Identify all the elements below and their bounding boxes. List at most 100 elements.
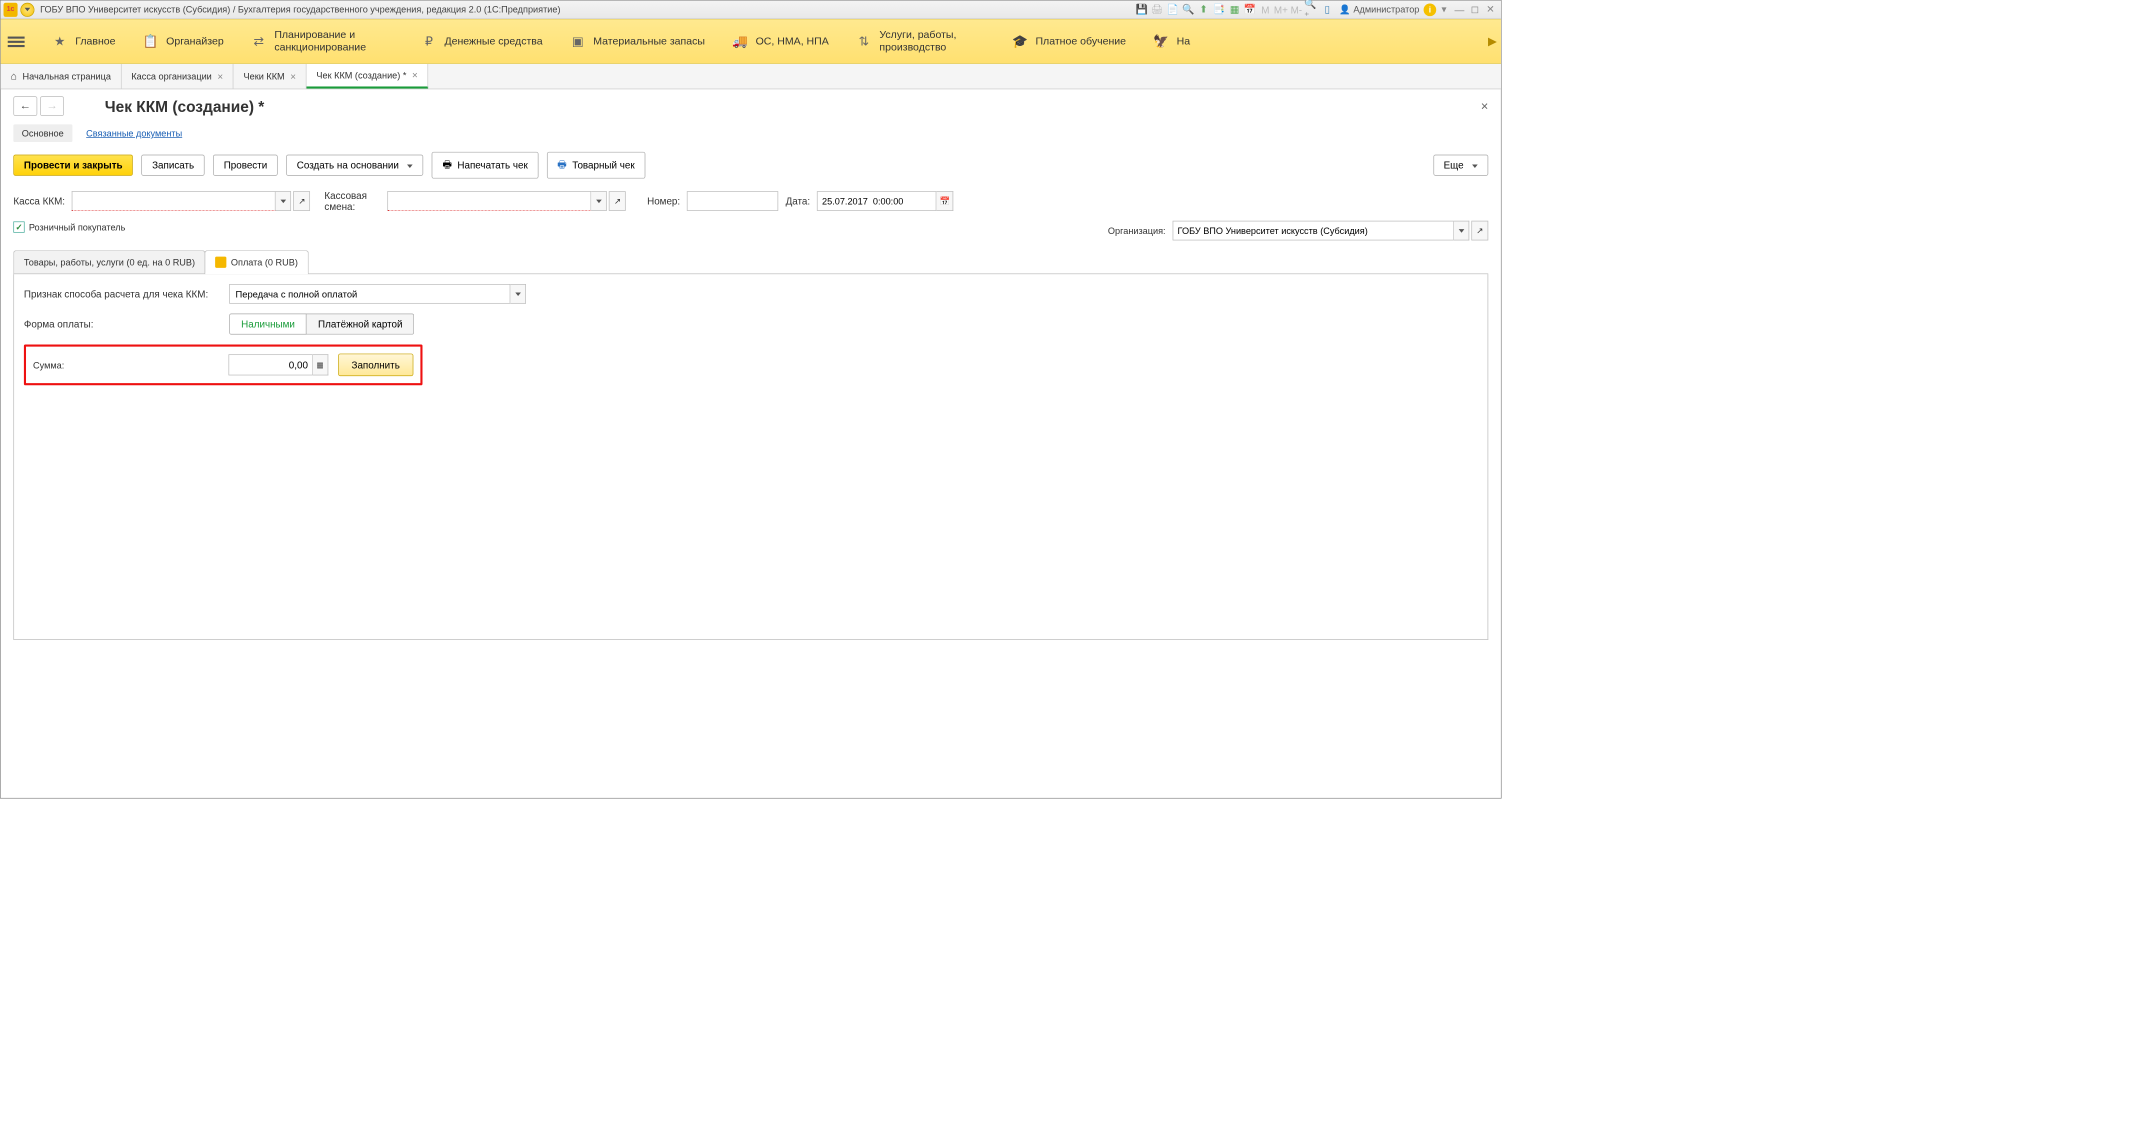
post-button[interactable]: Провести (213, 155, 278, 176)
inner-tab-payment[interactable]: Оплата (0 RUB) (205, 250, 309, 273)
page-title: Чек ККМ (создание) * (105, 98, 1489, 116)
nav-planning[interactable]: ⇄ Планирование и санкционирование (252, 29, 394, 54)
fill-button[interactable]: Заполнить (338, 354, 413, 376)
nav-scroll-right-icon[interactable]: ▶ (1488, 34, 1497, 48)
printer-icon: 🖶 (557, 157, 566, 174)
nav-forward-button[interactable]: → (40, 96, 64, 116)
close-icon[interactable]: × (290, 71, 296, 82)
payment-card-toggle[interactable]: Платёжной картой (307, 314, 415, 335)
memory-m-icon[interactable]: M (1258, 2, 1273, 16)
calculator-icon[interactable]: ▦ (313, 354, 328, 375)
nav-education[interactable]: 🎓 Платное обучение (1013, 34, 1126, 48)
org-dropdown-icon[interactable] (1454, 221, 1469, 241)
boxes-icon: ▣ (571, 34, 585, 48)
date-input[interactable] (817, 191, 937, 211)
maximize-icon[interactable]: ◻ (1467, 2, 1482, 16)
money-icon (215, 257, 226, 268)
close-icon[interactable]: × (412, 70, 418, 81)
tab-home-label: Начальная страница (23, 71, 111, 82)
org-input[interactable] (1173, 221, 1454, 241)
tab-label: Касса организации (131, 71, 211, 82)
more-button[interactable]: Еще (1433, 155, 1488, 176)
print-receipt-button[interactable]: 🖶Напечатать чек (432, 152, 538, 179)
sliders-icon: ⇅ (857, 34, 871, 48)
truck-icon: 🚚 (733, 34, 747, 48)
window-title: ГОБУ ВПО Университет искусств (Субсидия)… (40, 4, 560, 15)
nav-materials[interactable]: ▣ Материальные запасы (571, 34, 705, 48)
page-close-icon[interactable]: × (1481, 99, 1488, 114)
subnav-main[interactable]: Основное (13, 124, 72, 142)
nav-back-button[interactable]: ← (13, 96, 37, 116)
minimize-icon[interactable]: — (1452, 2, 1467, 16)
save-icon[interactable]: 💾 (1134, 2, 1149, 16)
shift-open-icon[interactable]: ↗ (609, 191, 626, 211)
sum-input[interactable] (228, 354, 312, 375)
payment-cash-toggle[interactable]: Наличными (229, 314, 307, 335)
nav-main[interactable]: ★ Главное (53, 34, 116, 48)
graduation-icon: 🎓 (1013, 34, 1027, 48)
print-icon[interactable]: 🖨 (1149, 2, 1164, 16)
shift-dropdown-icon[interactable] (592, 191, 607, 211)
org-open-icon[interactable]: ↗ (1471, 221, 1488, 241)
close-icon[interactable]: × (217, 71, 223, 82)
search-icon[interactable]: 🔍 (1180, 2, 1195, 16)
kassa-kkm-input[interactable] (72, 191, 276, 211)
hamburger-menu-icon[interactable] (8, 36, 25, 47)
memory-mplus-icon[interactable]: M+ (1273, 2, 1288, 16)
ruble-icon: ₽ (422, 34, 436, 48)
shift-input[interactable] (388, 191, 592, 211)
number-label: Номер: (647, 195, 680, 206)
tab-home[interactable]: ⌂ Начальная страница (1, 64, 122, 89)
user-indicator[interactable]: 👤 Администратор (1335, 4, 1424, 15)
zoom-icon[interactable]: 🔍⁺ (1304, 2, 1319, 16)
flow-icon: ⇄ (252, 34, 266, 48)
close-window-icon[interactable]: ✕ (1483, 2, 1498, 16)
nav-assets[interactable]: 🚚 ОС, НМА, НПА (733, 34, 829, 48)
nav-services[interactable]: ⇅ Услуги, работы, производство (857, 29, 985, 54)
info-dropdown-icon[interactable]: ▾ (1436, 2, 1451, 16)
create-based-button[interactable]: Создать на основании (286, 155, 423, 176)
save-button[interactable]: Записать (142, 155, 205, 176)
post-and-close-button[interactable]: Провести и закрыть (13, 155, 133, 176)
payment-method-dropdown-icon[interactable] (510, 284, 525, 304)
upload-icon[interactable]: ⬆ (1196, 2, 1211, 16)
nav-organizer[interactable]: 📋 Органайзер (144, 34, 224, 48)
nav-money[interactable]: ₽ Денежные средства (422, 34, 543, 48)
memory-mminus-icon[interactable]: M- (1289, 2, 1304, 16)
app-logo-icon: 1c (4, 2, 18, 16)
sum-highlight-box: Сумма: ▦ Заполнить (24, 344, 422, 385)
goods-receipt-button[interactable]: 🖶Товарный чек (547, 152, 645, 179)
tab-kassa-org[interactable]: Касса организации × (122, 64, 234, 89)
calendar-picker-icon[interactable]: 📅 (937, 191, 954, 211)
page-content: ← → Чек ККМ (создание) * × Основное Связ… (1, 89, 1501, 646)
org-label: Организация: (1108, 225, 1166, 236)
kassa-open-icon[interactable]: ↗ (293, 191, 310, 211)
app-menu-dropdown[interactable] (20, 2, 34, 16)
doc-icon[interactable]: 📄 (1165, 2, 1180, 16)
inner-tab-goods[interactable]: Товары, работы, услуги (0 ед. на 0 RUB) (13, 250, 205, 273)
printer-icon: 🖶 (442, 157, 451, 174)
sum-label: Сумма: (33, 360, 219, 371)
payment-form-label: Форма оплаты: (24, 318, 221, 329)
eagle-icon: 🦅 (1154, 34, 1168, 48)
calendar-icon[interactable]: 📅 (1242, 2, 1257, 16)
shift-label: Кассовая смена: (324, 190, 380, 212)
payment-tab-content: Признак способа расчета для чека ККМ: Фо… (13, 274, 1488, 640)
window-title-bar: 1c ГОБУ ВПО Университет искусств (Субсид… (1, 1, 1501, 19)
kassa-dropdown-icon[interactable] (276, 191, 291, 211)
compare-icon[interactable]: 📑 (1211, 2, 1226, 16)
tab-cheki-kkm[interactable]: Чеки ККМ × (234, 64, 307, 89)
calculator-icon[interactable]: ▦ (1227, 2, 1242, 16)
nav-more[interactable]: 🦅 На (1154, 34, 1190, 48)
panel-icon[interactable]: ▯ (1320, 2, 1335, 16)
retail-checkbox[interactable]: ✓ (13, 221, 24, 232)
number-input[interactable] (687, 191, 778, 211)
payment-method-select[interactable] (229, 284, 510, 304)
subnav-linked-docs[interactable]: Связанные документы (86, 128, 182, 139)
tab-chek-kkm-create[interactable]: Чек ККМ (создание) * × (307, 64, 429, 89)
user-icon: 👤 (1339, 4, 1350, 15)
date-label: Дата: (786, 195, 811, 206)
info-icon[interactable]: i (1424, 3, 1437, 16)
star-icon: ★ (53, 34, 67, 48)
kassa-kkm-label: Касса ККМ: (13, 195, 65, 206)
